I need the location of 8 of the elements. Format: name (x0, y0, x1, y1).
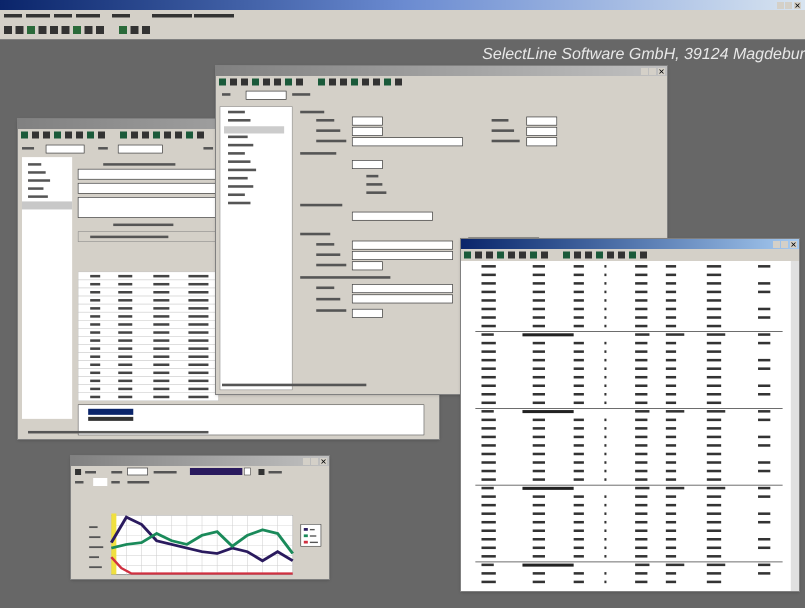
chart-legend (300, 524, 322, 547)
window-controls-icon[interactable] (303, 458, 327, 464)
window-controls-icon[interactable] (773, 240, 797, 248)
window-controls-icon[interactable] (641, 68, 665, 74)
highlight-band (111, 513, 116, 574)
axis-labels-drawing (89, 526, 104, 568)
window-controls-icon[interactable] (777, 2, 801, 8)
menu-entries-drawing[interactable] (4, 12, 234, 18)
